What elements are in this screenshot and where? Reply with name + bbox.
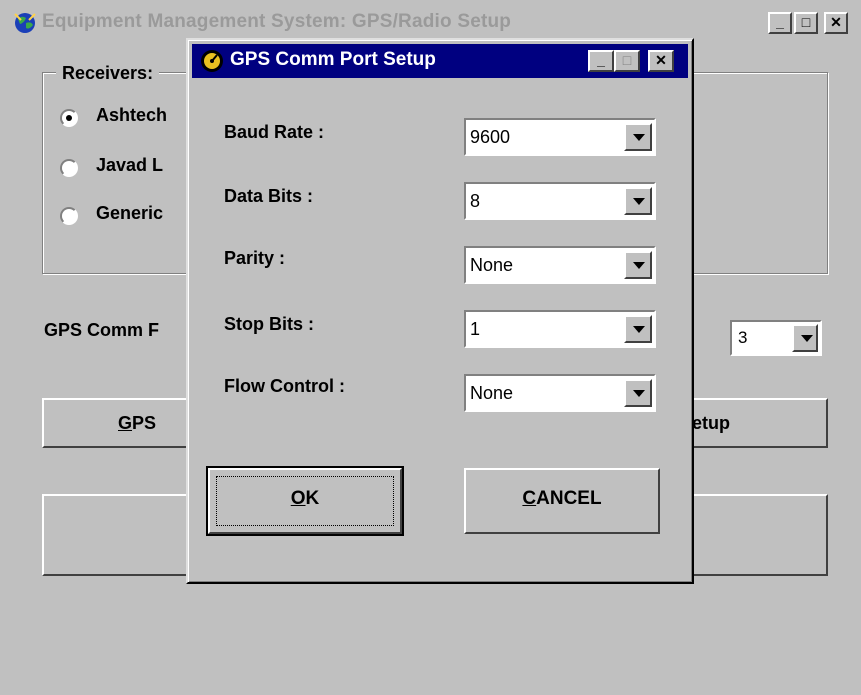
main-titlebar[interactable]: Equipment Management System: GPS/Radio S… bbox=[6, 8, 855, 38]
radio-selected-dot bbox=[66, 115, 72, 121]
globe-app-icon bbox=[12, 11, 38, 35]
close-icon: ✕ bbox=[655, 52, 667, 68]
gps-dialog-icon bbox=[201, 50, 223, 72]
dialog-title: GPS Comm Port Setup bbox=[230, 49, 436, 70]
flow-control-value: None bbox=[470, 383, 514, 403]
maximize-icon: □ bbox=[801, 14, 811, 30]
receiver-label: Ashtech bbox=[96, 105, 168, 125]
parity-value: None bbox=[470, 255, 514, 275]
main-window-title: Equipment Management System: GPS/Radio S… bbox=[42, 11, 512, 32]
dialog-titlebar[interactable]: GPS Comm Port Setup _ □ ✕ bbox=[192, 44, 688, 78]
cancel-label: CANCEL bbox=[522, 488, 602, 509]
parity-label: Parity : bbox=[224, 248, 286, 268]
dialog-close-button[interactable]: ✕ bbox=[648, 50, 674, 72]
gps-comm-port-dialog: GPS Comm Port Setup _ □ ✕ Baud Rate : 96… bbox=[186, 38, 694, 584]
flow-control-select[interactable]: None bbox=[464, 374, 656, 412]
dropdown-arrow-icon[interactable] bbox=[624, 315, 652, 343]
stop-bits-select[interactable]: 1 bbox=[464, 310, 656, 348]
maximize-button[interactable]: □ bbox=[794, 12, 818, 34]
comm-port-select[interactable]: 3 bbox=[730, 320, 822, 356]
dialog-minimize-button[interactable]: _ bbox=[588, 50, 614, 72]
gps-comm-port-label: GPS Comm F bbox=[44, 320, 160, 340]
gps-setup-button[interactable]: GPS bbox=[42, 398, 202, 448]
data-bits-value: 8 bbox=[470, 191, 481, 211]
stop-bits-label: Stop Bits : bbox=[224, 314, 314, 334]
ok-button[interactable]: OK bbox=[206, 466, 404, 536]
flow-control-label: Flow Control : bbox=[224, 376, 345, 396]
receivers-legend: Receivers: bbox=[56, 63, 160, 84]
radio-setup-label: etup bbox=[692, 413, 730, 433]
dropdown-arrow-icon[interactable] bbox=[792, 324, 818, 352]
data-bits-select[interactable]: 8 bbox=[464, 182, 656, 220]
close-icon: ✕ bbox=[830, 14, 842, 30]
data-bits-label: Data Bits : bbox=[224, 186, 314, 206]
ok-label: OK bbox=[290, 488, 320, 509]
radio-button-icon[interactable] bbox=[60, 109, 78, 127]
dialog-maximize-button[interactable]: □ bbox=[614, 50, 640, 72]
dropdown-arrow-icon[interactable] bbox=[624, 187, 652, 215]
baud-rate-value: 9600 bbox=[470, 127, 511, 147]
dropdown-arrow-icon[interactable] bbox=[624, 251, 652, 279]
receiver-label: Generic bbox=[96, 203, 164, 223]
radio-button-icon[interactable] bbox=[60, 159, 78, 177]
dropdown-arrow-icon[interactable] bbox=[624, 123, 652, 151]
gps-setup-label: GPS bbox=[118, 413, 157, 433]
comm-port-value: 3 bbox=[738, 328, 748, 347]
cancel-button[interactable]: CANCEL bbox=[464, 468, 660, 534]
dropdown-arrow-icon[interactable] bbox=[624, 379, 652, 407]
receiver-label: Javad L bbox=[96, 155, 164, 175]
maximize-icon: □ bbox=[622, 52, 632, 68]
parity-select[interactable]: None bbox=[464, 246, 656, 284]
baud-rate-select[interactable]: 9600 bbox=[464, 118, 656, 156]
baud-rate-label: Baud Rate : bbox=[224, 122, 325, 142]
minimize-button[interactable]: _ bbox=[768, 12, 792, 34]
radio-button-icon[interactable] bbox=[60, 207, 78, 225]
minimize-icon: _ bbox=[597, 52, 605, 68]
close-button[interactable]: ✕ bbox=[824, 12, 848, 34]
minimize-icon: _ bbox=[776, 14, 784, 30]
stop-bits-value: 1 bbox=[470, 319, 481, 339]
